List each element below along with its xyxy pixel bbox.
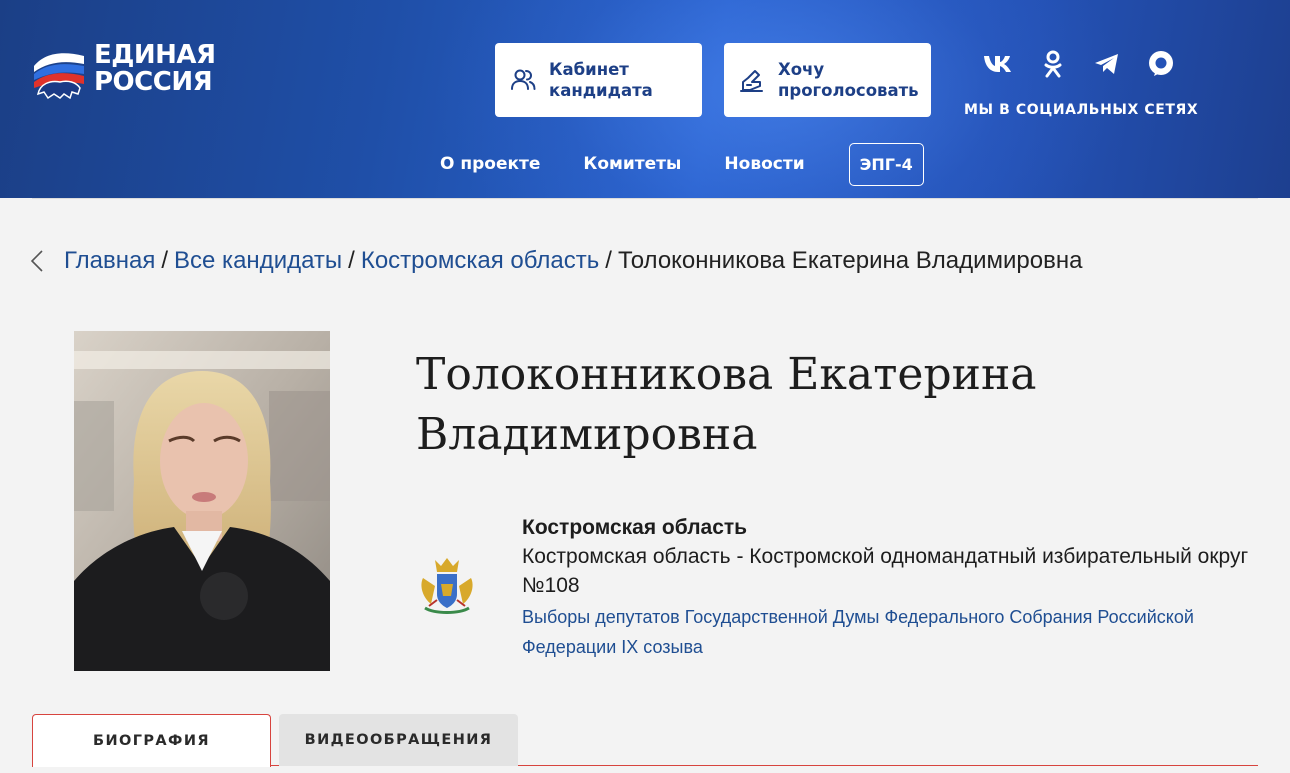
election-link[interactable]: Выборы депутатов Государственной Думы Фе… [522, 602, 1257, 662]
candidate-tabs: БИОГРАФИЯ ВИДЕООБРАЩЕНИЯ [32, 713, 1258, 773]
region-title: Костромская область [522, 516, 748, 539]
breadcrumb-separator: / [161, 247, 169, 274]
candidate-name: Толоконникова Екатерина Владимировна [416, 345, 1236, 465]
logo-wordmark: ЕДИНАЯ РОССИЯ [94, 42, 216, 96]
candidate-name-line2: Владимировна [416, 409, 758, 460]
nav-news[interactable]: Новости [724, 154, 804, 174]
candidate-region-info: Костромская область Костромская область … [522, 514, 1272, 662]
rutube-icon[interactable] [1134, 46, 1188, 82]
breadcrumb-home[interactable]: Главная [64, 247, 155, 275]
cabinet-label-line1: Кабинет [549, 60, 629, 79]
candidate-name-line1: Толоконникова Екатерина [416, 349, 1037, 400]
breadcrumb-current: Толоконникова Екатерина Владимировна [617, 247, 1083, 274]
region-coat-of-arms-icon [415, 556, 479, 616]
breadcrumb-separator: / [605, 247, 612, 274]
social-links: МЫ В СОЦИАЛЬНЫХ СЕТЯХ [962, 46, 1202, 118]
main-nav: О проекте Комитеты Новости ЭПГ-4 [440, 141, 924, 187]
tab-biography[interactable]: БИОГРАФИЯ [32, 714, 271, 767]
logo-text-line1: ЕДИНАЯ [94, 40, 216, 70]
breadcrumb: Главная / Все кандидаты / Костромская об… [30, 244, 1082, 278]
breadcrumb-all-candidates[interactable]: Все кандидаты [174, 247, 342, 275]
cabinet-label-line2: кандидата [549, 81, 653, 100]
electoral-district: Костромская область - Костромской однома… [522, 545, 1249, 597]
tab-video-appeals[interactable]: ВИДЕООБРАЩЕНИЯ [279, 714, 518, 766]
nav-epg-button[interactable]: ЭПГ-4 [848, 142, 924, 186]
party-logo[interactable]: ЕДИНАЯ РОССИЯ [30, 42, 230, 102]
users-icon [511, 69, 536, 90]
odnoklassniki-icon[interactable] [1026, 46, 1080, 82]
candidate-photo [74, 331, 330, 671]
chevron-left-icon[interactable] [30, 250, 50, 272]
vk-icon[interactable] [972, 46, 1026, 82]
want-to-vote-button[interactable]: Хочу проголосовать [724, 43, 931, 117]
socials-caption: МЫ В СОЦИАЛЬНЫХ СЕТЯХ [964, 102, 1199, 118]
vote-label-line1: Хочу [778, 60, 825, 79]
logo-text-line2: РОССИЯ [94, 67, 213, 97]
telegram-icon[interactable] [1080, 46, 1134, 82]
nav-committees[interactable]: Комитеты [583, 154, 681, 174]
ballot-hand-icon [740, 70, 763, 92]
vote-label-line2: проголосовать [778, 81, 919, 100]
header-divider [32, 198, 1258, 199]
bear-flag-logo-icon [34, 53, 84, 100]
nav-about[interactable]: О проекте [440, 154, 540, 174]
candidate-page: Главная / Все кандидаты / Костромская об… [0, 198, 1290, 773]
breadcrumb-separator: / [348, 247, 355, 274]
breadcrumb-region[interactable]: Костромская область [361, 247, 599, 275]
site-header: ЕДИНАЯ РОССИЯ Кабинет кандидата Хочу про… [0, 0, 1290, 198]
candidate-cabinet-button[interactable]: Кабинет кандидата [495, 43, 702, 117]
